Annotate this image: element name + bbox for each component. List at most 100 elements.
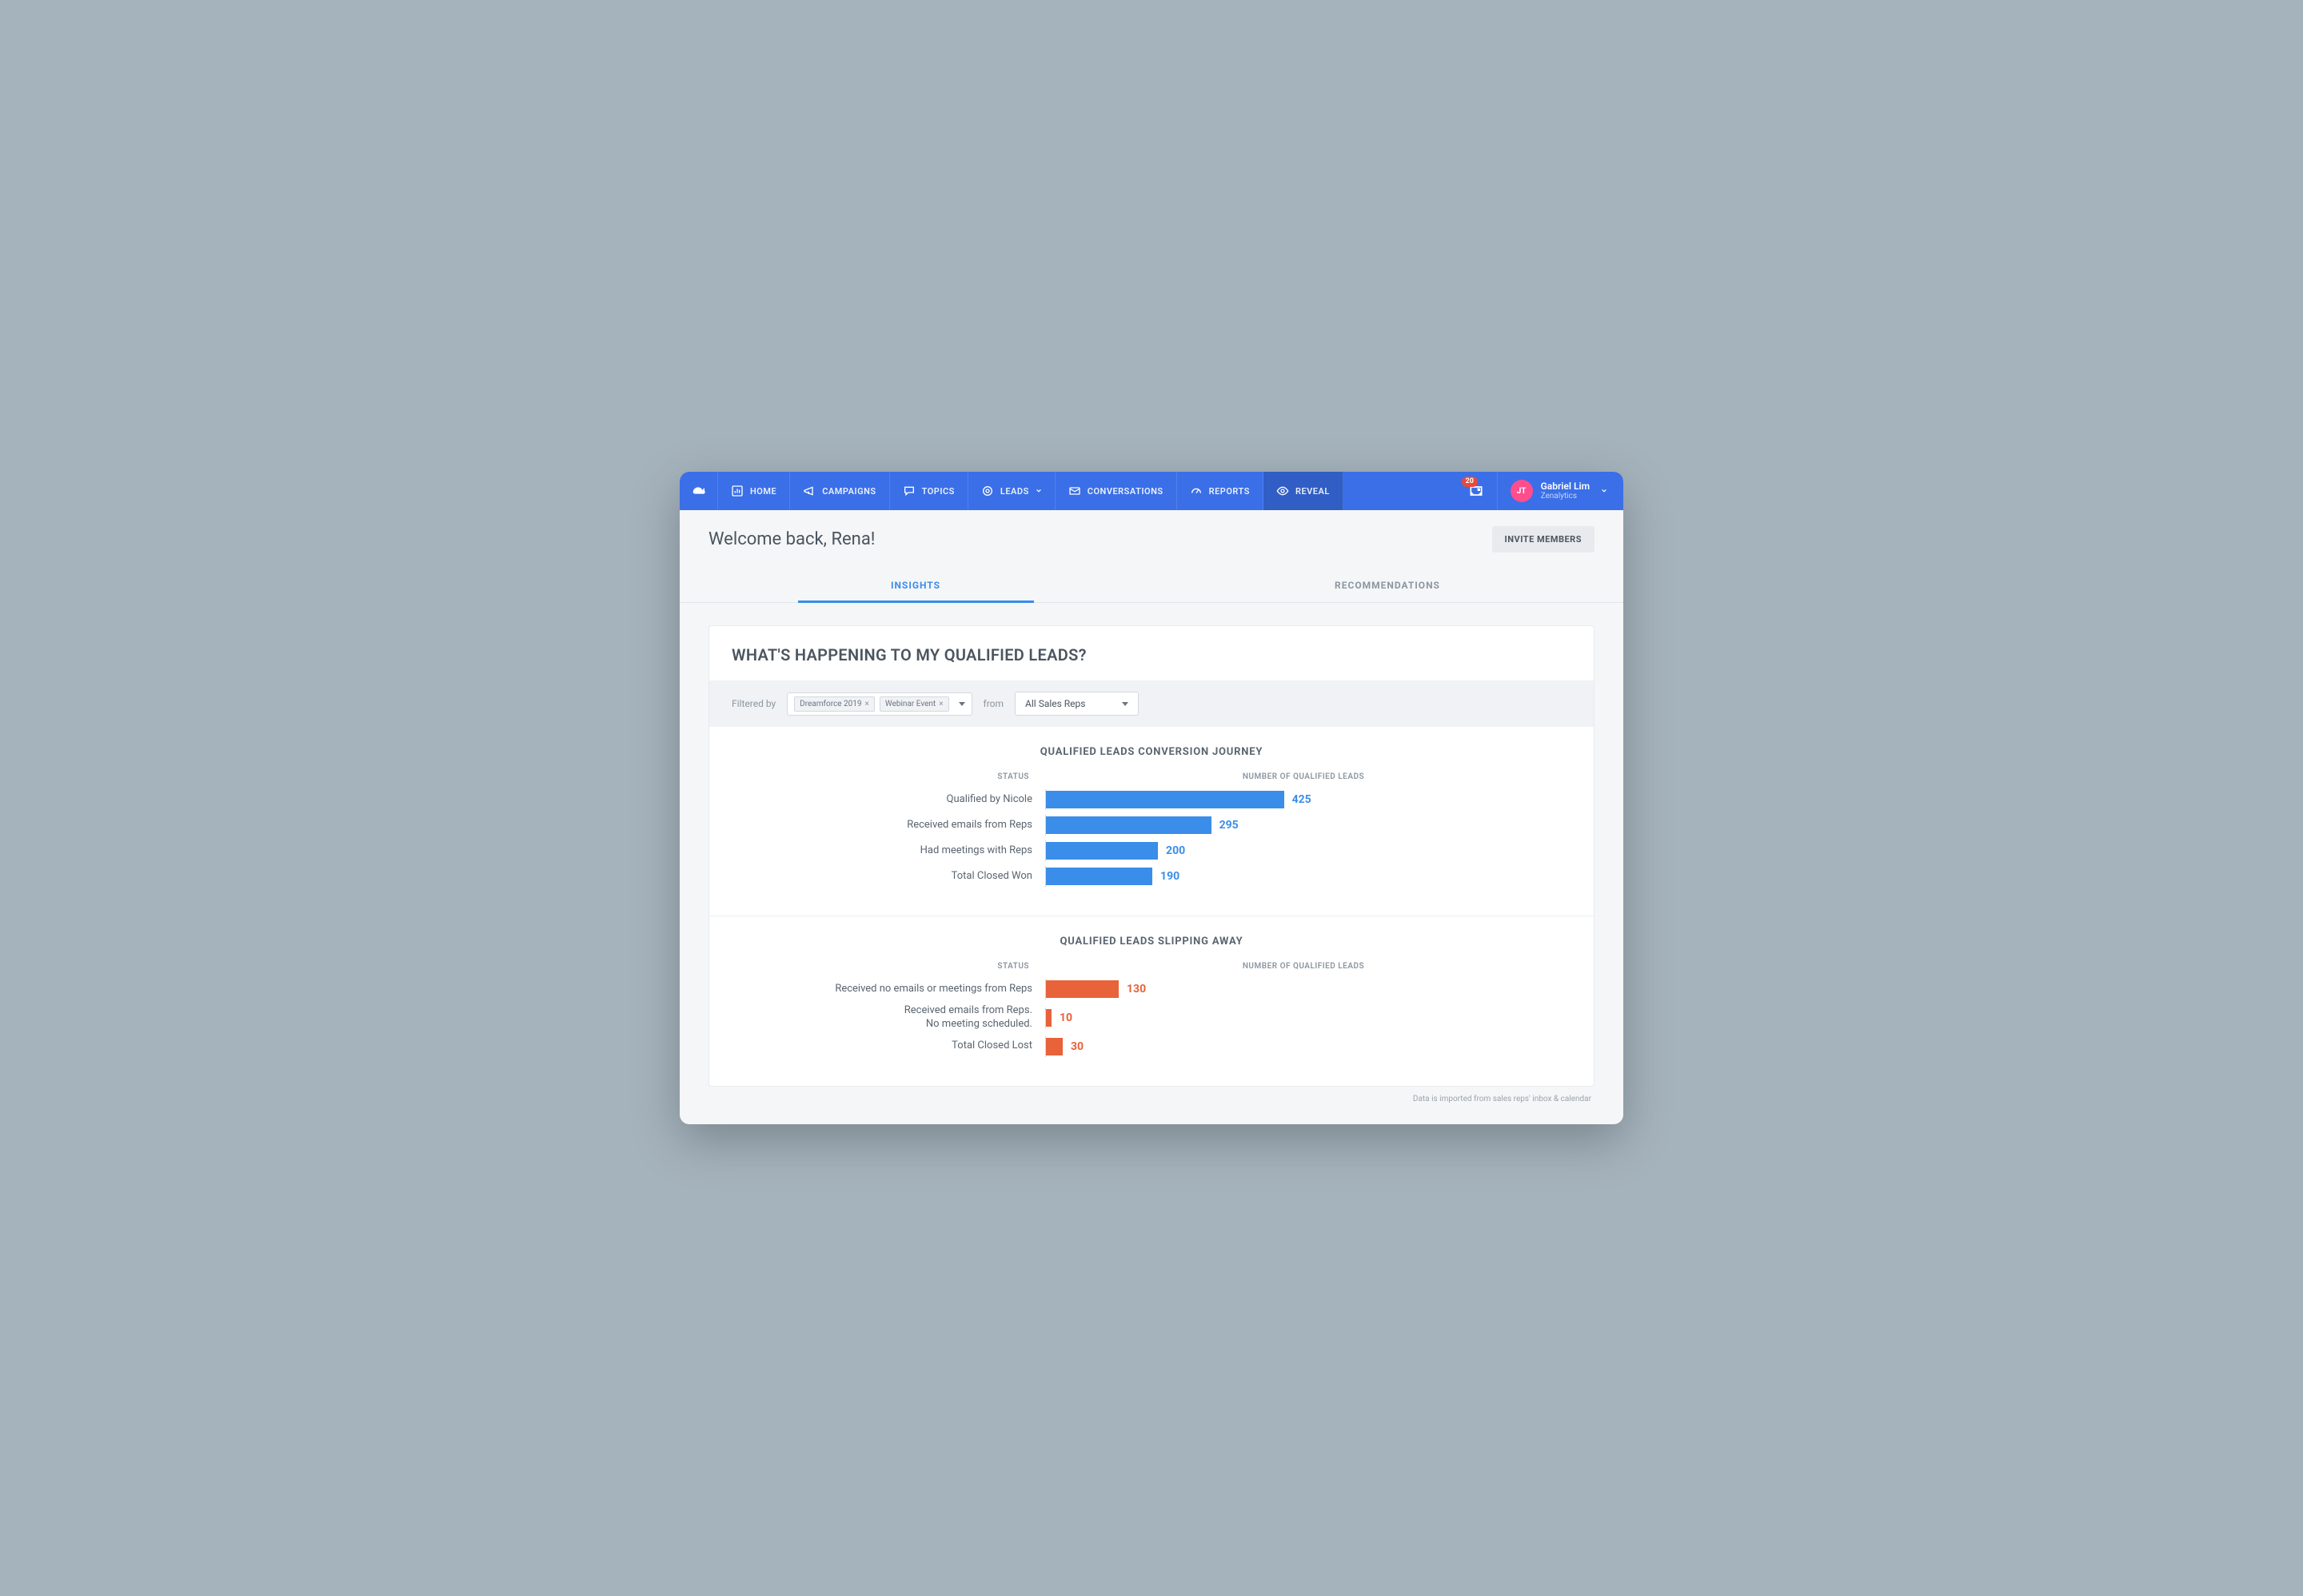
chip-label: Dreamforce 2019 [800,700,861,708]
chart-row: Received no emails or meetings from Reps… [741,979,1562,999]
whale-icon [690,482,708,500]
chart-headers: STATUSNUMBER OF QUALIFIED LEADS [741,962,1562,971]
chart-bar [1046,980,1119,998]
filter-bar: Filtered by Dreamforce 2019 × Webinar Ev… [709,680,1594,727]
nav-campaigns[interactable]: CAMPAIGNS [790,472,889,510]
notifications-button[interactable]: 20 [1455,472,1497,510]
chevron-down-icon [959,702,965,706]
nav-label: REVEAL [1295,486,1330,497]
chip-remove-icon[interactable]: × [865,700,869,708]
chart-bar-area: 130 [1045,979,1562,999]
filter-chip: Webinar Event × [880,696,949,712]
tab-recommendations[interactable]: RECOMMENDATIONS [1152,569,1623,602]
mail-icon [1068,485,1081,497]
chart-bar [1046,842,1158,860]
chart-value: 130 [1127,983,1146,996]
chart-row-label: Received emails from Reps [741,819,1045,832]
chart-header-status: STATUS [741,772,1045,781]
nav-reveal[interactable]: REVEAL [1263,472,1343,510]
invite-members-button[interactable]: INVITE MEMBERS [1492,526,1595,553]
chart-title: QUALIFIED LEADS SLIPPING AWAY [741,936,1562,948]
leads-card: WHAT'S HAPPENING TO MY QUALIFIED LEADS? … [708,625,1595,1087]
chart-value: 200 [1166,844,1185,857]
app-logo[interactable] [680,472,718,510]
chevron-down-icon [1122,702,1128,706]
filter-chip: Dreamforce 2019 × [794,696,875,712]
nav-label: REPORTS [1209,486,1250,497]
chevron-down-icon [1601,488,1607,494]
chart-row-label: Received no emails or meetings from Reps [741,983,1045,996]
filter-label: Filtered by [732,698,776,709]
user-menu[interactable]: JT Gabriel Lim Zenalytics [1497,472,1623,510]
chart-row-label: Total Closed Won [741,870,1045,884]
user-name: Gabriel Lim [1541,481,1590,492]
chart-bar [1046,1009,1052,1027]
chart-header-count: NUMBER OF QUALIFIED LEADS [1045,772,1562,781]
nav-label: CONVERSATIONS [1088,486,1163,497]
sales-reps-select[interactable]: All Sales Reps [1015,692,1139,716]
chart-section: QUALIFIED LEADS CONVERSION JOURNEY STATUS… [709,727,1594,916]
chart-row: Had meetings with Reps 200 [741,840,1562,861]
welcome-bar: Welcome back, Rena! INVITE MEMBERS [680,510,1623,569]
welcome-text: Welcome back, Rena! [708,529,875,549]
chart-bar-area: 425 [1045,789,1562,810]
filter-chips-dropdown[interactable]: Dreamforce 2019 × Webinar Event × [787,692,972,716]
chart-row-label: Received emails from Reps.No meeting sch… [741,1004,1045,1031]
chart-row: Total Closed Won190 [741,866,1562,887]
nav-home[interactable]: HOME [718,472,790,510]
chart-row: Total Closed Lost 30 [741,1036,1562,1057]
chart-bar-area: 30 [1045,1036,1562,1057]
user-text: Gabriel Lim Zenalytics [1541,481,1590,501]
chart-bar-area: 295 [1045,815,1562,836]
nav-label: LEADS [1000,486,1029,497]
chart-section: QUALIFIED LEADS SLIPPING AWAY STATUSNUMBE… [709,916,1594,1086]
chip-label: Webinar Event [885,700,936,708]
chart-bar-area: 200 [1045,840,1562,861]
nav-label: CAMPAIGNS [822,486,876,497]
select-value: All Sales Reps [1025,698,1085,709]
charts-host: QUALIFIED LEADS CONVERSION JOURNEY STATUS… [709,727,1594,1086]
footnote: Data is imported from sales reps' inbox … [708,1087,1595,1115]
user-org: Zenalytics [1541,492,1590,501]
content: WHAT'S HAPPENING TO MY QUALIFIED LEADS? … [680,603,1623,1124]
nav-topics[interactable]: TOPICS [890,472,968,510]
from-label: from [984,698,1004,709]
megaphone-icon [803,485,816,497]
chart-bar [1046,868,1152,885]
chart-bar [1046,816,1211,834]
nav-reports[interactable]: REPORTS [1177,472,1263,510]
chart-row-label: Qualified by Nicole [741,793,1045,807]
chip-remove-icon[interactable]: × [939,700,943,708]
chart-title: QUALIFIED LEADS CONVERSION JOURNEY [741,746,1562,758]
target-icon [981,485,994,497]
chart-row: Qualified by Nicole 425 [741,789,1562,810]
chart-row: Received emails from Reps295 [741,815,1562,836]
nav-leads[interactable]: LEADS [968,472,1056,510]
chart-value: 30 [1071,1040,1084,1053]
nav-label: HOME [750,486,776,497]
chart-header-status: STATUS [741,962,1045,971]
chart-row-label: Had meetings with Reps [741,844,1045,858]
subtabs: INSIGHTS RECOMMENDATIONS [680,569,1623,603]
chart-value: 10 [1060,1011,1072,1024]
chart-row-label: Total Closed Lost [741,1039,1045,1053]
top-nav: HOME CAMPAIGNS TOPICS LEADS CONVERSATION… [680,472,1623,510]
app-window: HOME CAMPAIGNS TOPICS LEADS CONVERSATION… [680,472,1623,1124]
chart-value: 425 [1292,793,1311,806]
chevron-down-icon [1036,488,1042,494]
nav-items: HOME CAMPAIGNS TOPICS LEADS CONVERSATION… [718,472,1343,510]
chart-icon [731,485,744,497]
chart-bar-area: 10 [1045,1007,1562,1028]
avatar: JT [1511,480,1533,502]
nav-conversations[interactable]: CONVERSATIONS [1056,472,1177,510]
tab-insights[interactable]: INSIGHTS [680,569,1152,602]
chart-bar-area: 190 [1045,866,1562,887]
chart-bar [1046,791,1284,808]
nav-label: TOPICS [922,486,955,497]
card-title: WHAT'S HAPPENING TO MY QUALIFIED LEADS? [709,626,1594,680]
gauge-icon [1190,485,1203,497]
eye-icon [1276,485,1289,497]
notification-badge: 20 [1462,477,1478,487]
spacer [1343,472,1455,510]
chart-row: Received emails from Reps.No meeting sch… [741,1004,1562,1031]
